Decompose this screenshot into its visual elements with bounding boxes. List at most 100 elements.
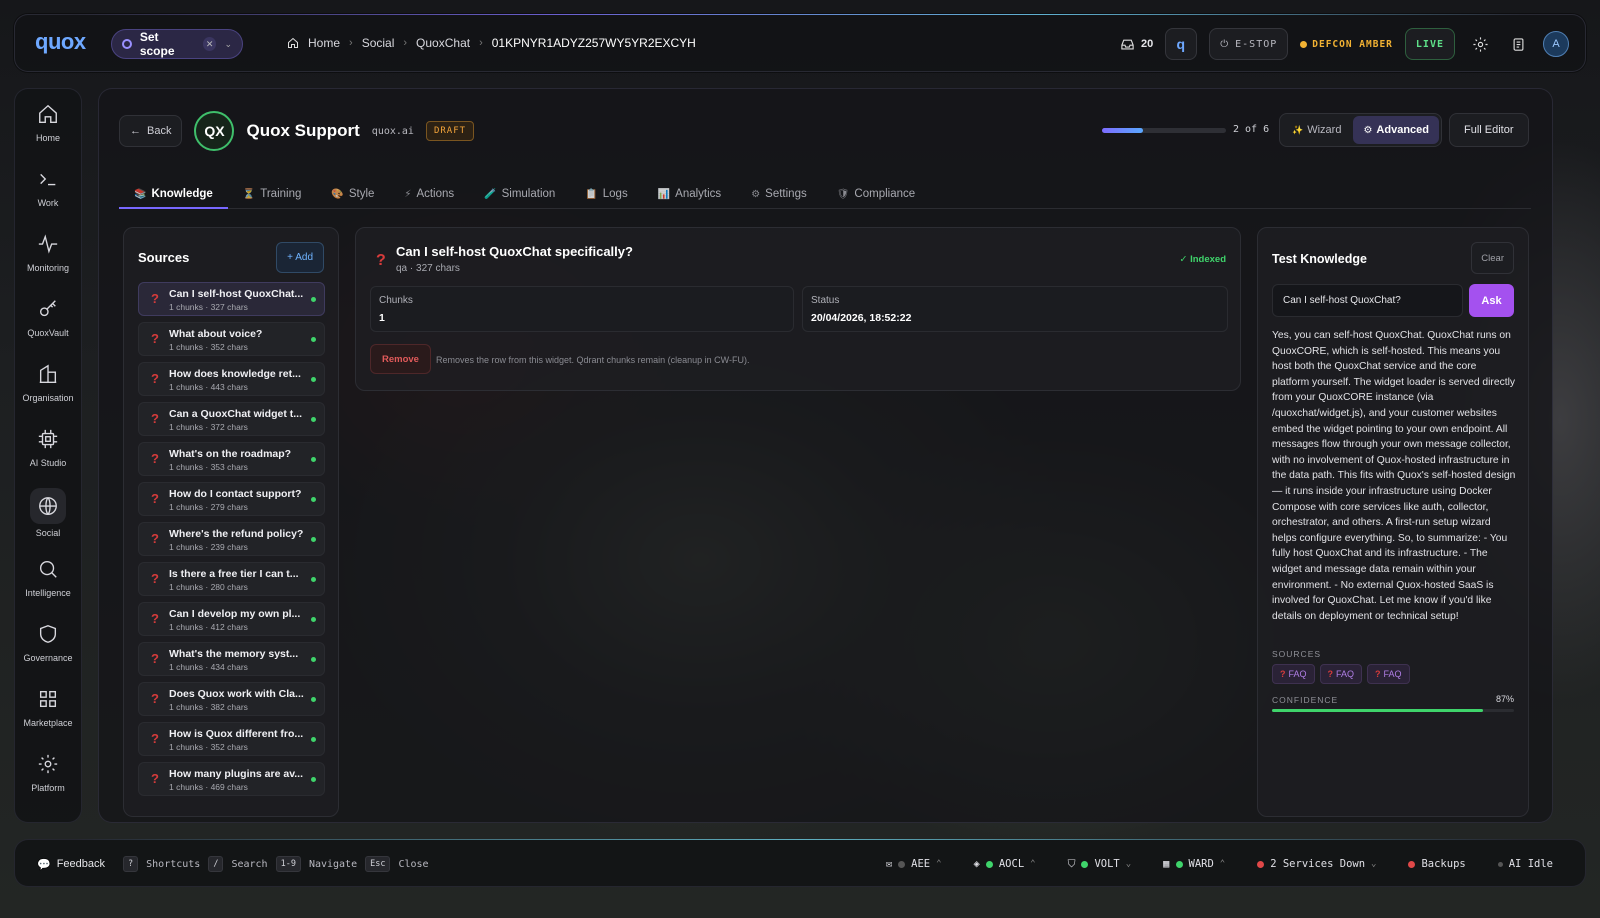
service-ward[interactable]: ▦ WARD ⌃ [1153, 849, 1235, 879]
indexed-dot-icon [311, 417, 316, 422]
breadcrumb-social[interactable]: Social [362, 36, 395, 50]
source-item[interactable]: ? How many plugins are av... 1 chunks · 46… [138, 762, 325, 796]
feedback-label: Feedback [56, 858, 106, 870]
user-avatar[interactable]: A [1543, 31, 1569, 57]
tab-training[interactable]: ⏳ Training [228, 181, 317, 207]
scope-selector[interactable]: Set scope ✕ ⌄ [111, 29, 243, 59]
tab-analytics[interactable]: 📊 Analytics [643, 181, 736, 207]
source-item[interactable]: ? Can I develop my own pl... 1 chunks · 41… [138, 602, 325, 636]
terminal-icon [40, 173, 56, 185]
sidebar-item-quoxvault[interactable]: QuoxVault [15, 285, 81, 350]
tab-logs[interactable]: 📋 Logs [570, 181, 642, 207]
breadcrumb-home[interactable]: Home [308, 36, 340, 50]
status-dot-icon [1497, 861, 1503, 867]
chip-icon [38, 429, 58, 448]
source-item[interactable]: ? Does Quox work with Cla... 1 chunks · 38… [138, 682, 325, 716]
indexed-dot-icon [311, 657, 316, 662]
status-value: 20/04/2026, 18:52:22 [811, 312, 912, 324]
sidebar-item-label: Work [37, 197, 59, 208]
sidebar-item-intelligence[interactable]: Intelligence [15, 545, 81, 610]
question-icon: ? [151, 291, 159, 306]
sidebar-item-platform[interactable]: Platform [15, 740, 81, 805]
source-chip[interactable]: ? FAQ [1272, 664, 1315, 684]
source-chip[interactable]: ? FAQ [1367, 664, 1410, 684]
settings-button[interactable] [1467, 31, 1493, 57]
confidence-bar-fill [1272, 709, 1483, 712]
test-query-input[interactable]: Can I self-host QuoxChat? [1272, 284, 1463, 317]
shortcut-key: ? [123, 856, 139, 872]
sidebar-item-monitoring[interactable]: Monitoring [15, 220, 81, 285]
tab-label: Simulation [501, 188, 556, 200]
feedback-button[interactable]: 💬 Feedback [27, 849, 115, 879]
gear-icon: ⚙ [751, 188, 761, 200]
tab-style[interactable]: 🎨 Style [316, 181, 389, 207]
chevron-up-icon: ⌃ [1030, 859, 1036, 869]
source-item[interactable]: ? How do I contact support? 1 chunks · 279… [138, 482, 325, 516]
grid-icon [39, 690, 57, 707]
tab-knowledge[interactable]: 📚 Knowledge [119, 181, 228, 209]
sidebar-item-governance[interactable]: Governance [15, 610, 81, 675]
service-aocl[interactable]: ◈ AOCL ⌃ [964, 849, 1046, 879]
page-title: Quox Support [246, 121, 360, 140]
question-icon: ? [151, 691, 159, 706]
service-volt[interactable]: ⛉ VOLT ⌄ [1058, 849, 1142, 879]
inbox-button[interactable]: 20 [1120, 37, 1153, 52]
source-chip-label: FAQ [1336, 669, 1355, 679]
advanced-mode-button[interactable]: ⚙ Advanced [1353, 116, 1439, 144]
source-chip-label: FAQ [1383, 669, 1402, 679]
breadcrumb-quoxchat[interactable]: QuoxChat [416, 36, 470, 50]
tab-actions[interactable]: ⚡ Actions [389, 181, 469, 207]
docs-button[interactable] [1505, 31, 1531, 57]
sidebar-item-home[interactable]: Home [15, 90, 81, 155]
clear-scope-icon[interactable]: ✕ [202, 37, 217, 51]
defcon-status[interactable]: DEFCON AMBER [1300, 39, 1393, 50]
app-logo[interactable]: quox [35, 29, 86, 55]
source-item[interactable]: ? What about voice? 1 chunks · 352 chars [138, 322, 325, 356]
clear-button[interactable]: Clear [1471, 242, 1514, 274]
source-item[interactable]: ? Can a QuoxChat widget t... 1 chunks · 37… [138, 402, 325, 436]
sidebar-item-organisation[interactable]: Organisation [15, 350, 81, 415]
live-badge[interactable]: LIVE [1404, 28, 1455, 60]
gear-icon [38, 754, 58, 773]
source-item-meta: 1 chunks · 239 chars [169, 542, 248, 552]
chunks-stat: Chunks 1 [370, 286, 794, 332]
table-icon: ▦ [1163, 858, 1170, 870]
backups-status[interactable]: Backups [1398, 849, 1475, 879]
sidebar-item-work[interactable]: Work [15, 155, 81, 220]
source-chip[interactable]: ? FAQ [1319, 664, 1363, 684]
sidebar-item-marketplace[interactable]: Marketplace [15, 675, 81, 740]
quox-agent-button[interactable]: q [1165, 28, 1198, 60]
source-item[interactable]: ? How is Quox different fro... 1 chunks · … [138, 722, 325, 756]
sidebar-item-ai-studio[interactable]: AI Studio [15, 415, 81, 480]
service-aee[interactable]: ✉ AEE ⌃ [876, 849, 952, 879]
status-dot-icon [898, 860, 906, 868]
ai-status[interactable]: AI Idle [1488, 849, 1563, 879]
sidebar-item-social[interactable]: Social [15, 480, 81, 545]
source-item[interactable]: ? What's on the roadmap? 1 chunks · 353 ch… [138, 442, 325, 476]
tab-label: Analytics [675, 188, 722, 200]
sidebar-item-label: Marketplace [23, 717, 73, 728]
add-source-button[interactable]: + Add [276, 242, 324, 273]
source-item[interactable]: ? Where's the refund policy? 1 chunks · 23… [138, 522, 325, 556]
tab-settings[interactable]: ⚙ Settings [736, 181, 822, 207]
ask-button[interactable]: Ask [1469, 284, 1514, 317]
source-item[interactable]: ? Can I self-host QuoxChat... 1 chunks · 3… [138, 282, 325, 316]
back-button[interactable]: ← Back [119, 115, 183, 147]
hourglass-icon: ⏳ [242, 188, 256, 200]
services-down-status[interactable]: 2 Services Down ⌄ [1247, 849, 1386, 879]
remove-button[interactable]: Remove [370, 344, 431, 374]
back-label: Back [147, 125, 172, 137]
source-item[interactable]: ? Is there a free tier I can t... 1 chunks… [138, 562, 325, 596]
estop-button[interactable]: ⏻ E-STOP [1209, 28, 1289, 60]
full-editor-button[interactable]: Full Editor [1449, 113, 1529, 147]
wizard-mode-button[interactable]: ✨ Wizard [1282, 116, 1351, 144]
tab-compliance[interactable]: 🛡 Compliance [822, 181, 930, 207]
tab-simulation[interactable]: 🧪 Simulation [469, 181, 570, 207]
estop-label: E-STOP [1235, 38, 1278, 50]
widget-header: ← Back QX Quox Support quox.ai DRAFT [119, 111, 475, 151]
source-chip-label: FAQ [1288, 669, 1307, 679]
source-item[interactable]: ? How does knowledge ret... 1 chunks · 443… [138, 362, 325, 396]
close-hint: Close [398, 858, 429, 870]
lightning-icon: ⚡ [404, 188, 412, 200]
source-item[interactable]: ? What's the memory syst... 1 chunks · 434… [138, 642, 325, 676]
